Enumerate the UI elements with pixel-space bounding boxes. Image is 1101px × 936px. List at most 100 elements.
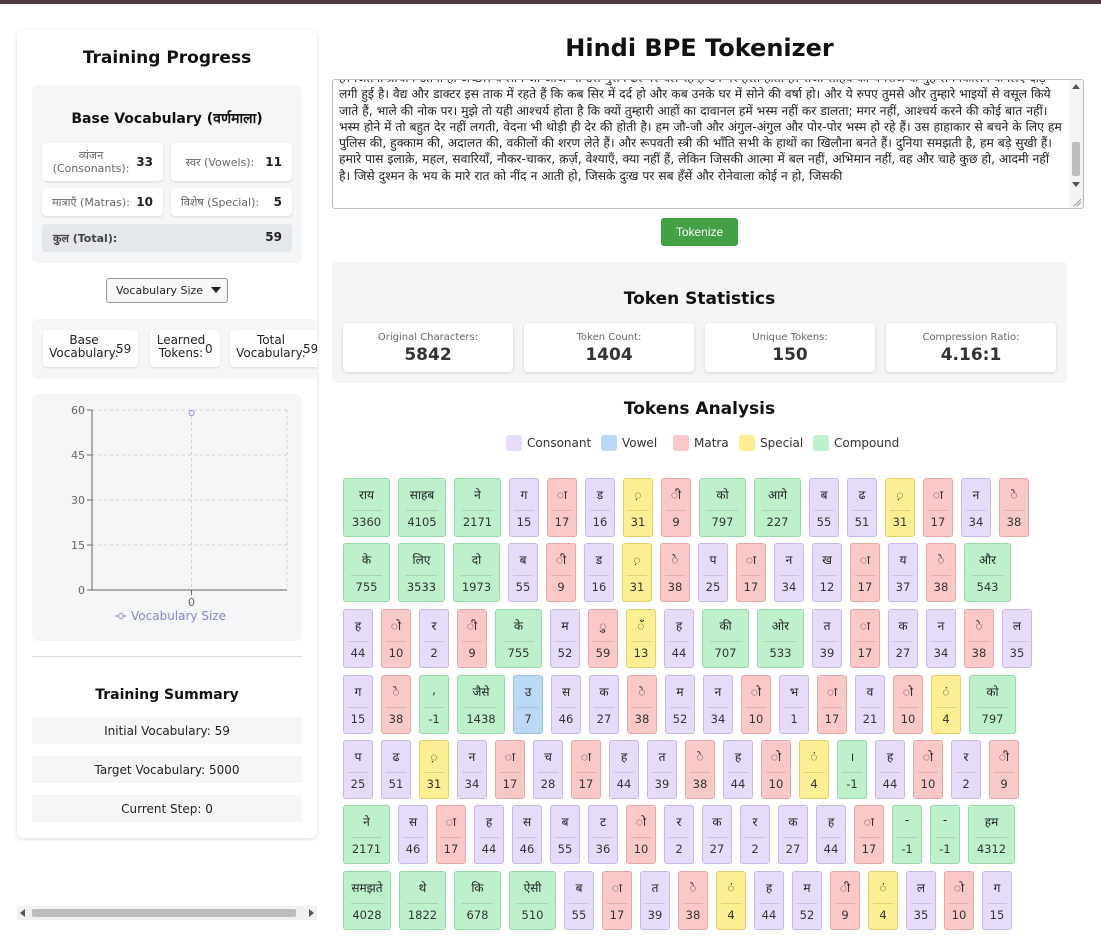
token-chip[interactable]: व 21 (855, 675, 885, 734)
token-chip[interactable]: ट 36 (588, 805, 618, 864)
token-chip[interactable]: त 39 (640, 871, 670, 930)
token-chip[interactable]: न 34 (457, 740, 487, 799)
token-chip[interactable]: ओर 533 (757, 609, 804, 668)
token-chip[interactable]: ह 44 (609, 740, 639, 799)
token-chip[interactable]: े 38 (678, 871, 708, 930)
token-chip[interactable]: े 38 (999, 478, 1029, 537)
token-chip[interactable]: ो 10 (761, 740, 791, 799)
token-chip[interactable]: ब 55 (809, 478, 839, 537)
token-chip[interactable]: ब 55 (550, 805, 580, 864)
token-chip[interactable]: ो 10 (913, 740, 943, 799)
token-chip[interactable]: प 25 (343, 740, 373, 799)
token-chip[interactable]: र2 (419, 609, 449, 668)
token-chip[interactable]: त 39 (812, 609, 842, 668)
token-chip[interactable]: ग 15 (509, 478, 539, 537)
token-chip[interactable]: ो 10 (626, 805, 656, 864)
token-chip[interactable]: क 27 (888, 609, 918, 668)
token-chip[interactable]: ा 17 (850, 609, 880, 668)
token-chip[interactable]: ो 10 (944, 871, 974, 930)
token-chip[interactable]: , -1 (419, 675, 449, 734)
token-chip[interactable]: थे 1822 (399, 871, 446, 930)
token-chip[interactable]: साहब 4105 (398, 478, 446, 537)
token-chip[interactable]: े 38 (964, 609, 994, 668)
token-chip[interactable]: क 27 (589, 675, 619, 734)
token-chip[interactable]: ु 59 (588, 609, 618, 668)
token-chip[interactable]: ह 44 (816, 805, 846, 864)
token-chip[interactable]: क 27 (702, 805, 732, 864)
token-chip[interactable]: त 39 (647, 740, 677, 799)
token-chip[interactable]: । -1 (837, 740, 867, 799)
token-chip[interactable]: ो 10 (741, 675, 771, 734)
token-chip[interactable]: ी 9 (830, 871, 860, 930)
input-textarea[interactable]: हैं। जितना प्राचीन उतना ही अच्छा। वे लोग… (332, 79, 1084, 209)
token-chip[interactable]: हम 4312 (968, 805, 1015, 864)
token-chip[interactable]: म 52 (550, 609, 580, 668)
token-chip[interactable]: ं 4 (868, 871, 898, 930)
token-chip[interactable]: ने 2171 (343, 805, 390, 864)
token-chip[interactable]: न 34 (961, 478, 991, 537)
token-chip[interactable]: े 38 (685, 740, 715, 799)
token-chip[interactable]: को 797 (969, 675, 1016, 734)
token-chip[interactable]: के 755 (343, 543, 390, 602)
token-chip[interactable]: ख 12 (812, 543, 842, 602)
textarea-vertical-scrollbar[interactable] (1069, 80, 1083, 208)
token-chip[interactable]: र2 (664, 805, 694, 864)
resize-grip-icon[interactable] (1072, 197, 1082, 207)
token-chip[interactable]: ह 44 (343, 609, 373, 668)
token-chip[interactable]: के 755 (495, 609, 542, 668)
scroll-up-arrow-icon[interactable] (1072, 84, 1080, 89)
token-chip[interactable]: ं 4 (931, 675, 961, 734)
token-chip[interactable]: े 38 (381, 675, 411, 734)
token-chip[interactable]: ं 4 (716, 871, 746, 930)
token-chip[interactable]: को 797 (699, 478, 746, 537)
token-chip[interactable]: प 25 (698, 543, 728, 602)
token-chip[interactable]: ़ 31 (623, 478, 653, 537)
token-chip[interactable]: स 46 (398, 805, 428, 864)
token-chip[interactable]: समझते 4028 (343, 871, 391, 930)
token-chip[interactable]: - -1 (930, 805, 960, 864)
token-chip[interactable]: र2 (740, 805, 770, 864)
token-chip[interactable]: े 38 (660, 543, 690, 602)
token-chip[interactable]: राय 3360 (343, 478, 390, 537)
token-chip[interactable]: य 37 (888, 543, 918, 602)
token-chip[interactable]: ने 2171 (454, 478, 501, 537)
token-chip[interactable]: ब 55 (508, 543, 538, 602)
token-chip[interactable]: म 52 (665, 675, 695, 734)
token-chip[interactable]: ह 44 (664, 609, 694, 668)
token-chip[interactable]: ी 9 (989, 740, 1019, 799)
token-chip[interactable]: - -1 (892, 805, 922, 864)
token-chip[interactable]: ा 17 (923, 478, 953, 537)
token-chip[interactable]: ढ 51 (381, 740, 411, 799)
token-chip[interactable]: ढ 51 (847, 478, 877, 537)
token-chip[interactable]: ा 17 (495, 740, 525, 799)
token-chip[interactable]: ी 9 (457, 609, 487, 668)
token-chip[interactable]: स 46 (551, 675, 581, 734)
textarea-scrollbar-thumb[interactable] (1072, 142, 1080, 176)
token-chip[interactable]: आगे 227 (754, 478, 801, 537)
scrollbar-thumb[interactable] (32, 909, 296, 917)
token-chip[interactable]: र2 (951, 740, 981, 799)
metric-select[interactable]: Vocabulary Size (106, 278, 228, 303)
scroll-right-arrow-icon[interactable] (309, 909, 314, 917)
token-chip[interactable]: उ7 (513, 675, 543, 734)
token-chip[interactable]: ल 35 (906, 871, 936, 930)
token-chip[interactable]: ा 17 (571, 740, 601, 799)
token-chip[interactable]: ी 9 (661, 478, 691, 537)
token-chip[interactable]: ड 16 (585, 478, 615, 537)
token-chip[interactable]: ं 4 (799, 740, 829, 799)
scroll-down-arrow-icon[interactable] (1072, 182, 1080, 187)
token-chip[interactable]: ह 44 (754, 871, 784, 930)
token-chip[interactable]: क 27 (778, 805, 808, 864)
token-chip[interactable]: ँ 13 (626, 609, 656, 668)
token-chip[interactable]: ा 17 (850, 543, 880, 602)
input-text[interactable]: हैं। जितना प्राचीन उतना ही अच्छा। वे लोग… (339, 80, 1064, 184)
token-chip[interactable]: े 38 (926, 543, 956, 602)
token-chip[interactable]: ह 44 (875, 740, 905, 799)
token-chip[interactable]: ब 55 (564, 871, 594, 930)
token-chip[interactable]: कि 678 (454, 871, 501, 930)
token-chip[interactable]: की 707 (702, 609, 749, 668)
token-chip[interactable]: ी 9 (546, 543, 576, 602)
sidebar-horizontal-scrollbar[interactable] (17, 906, 317, 920)
token-chip[interactable]: म 52 (792, 871, 822, 930)
token-chip[interactable]: स 46 (512, 805, 542, 864)
